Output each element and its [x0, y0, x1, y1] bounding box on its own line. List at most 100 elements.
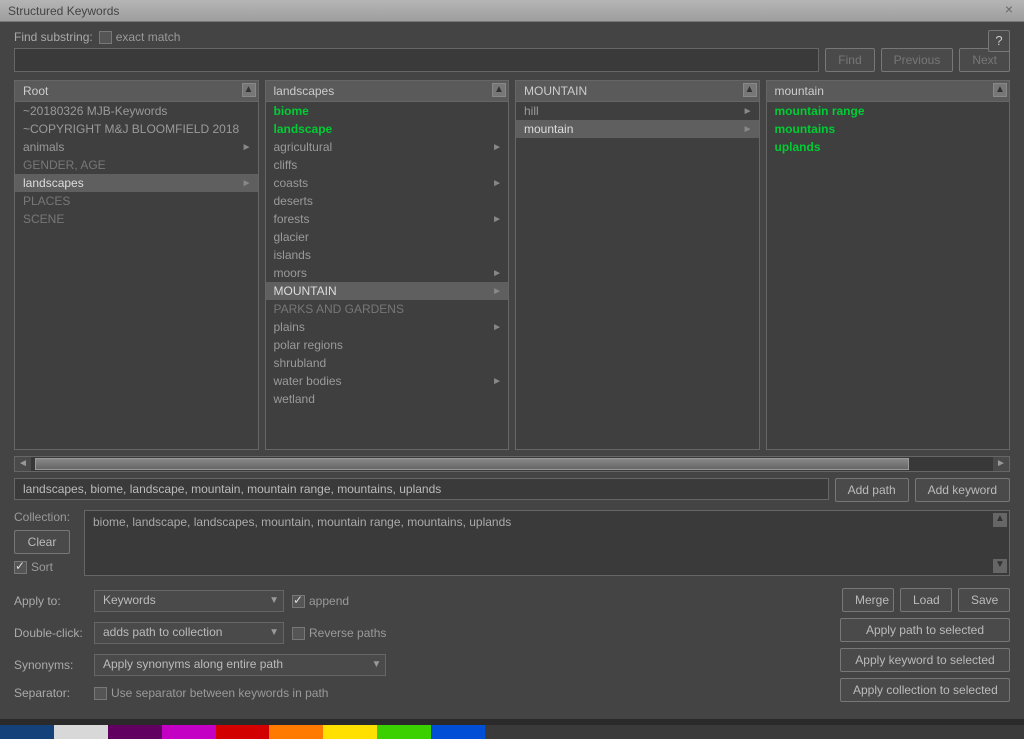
- list-item[interactable]: uplands: [767, 138, 1010, 156]
- list-item[interactable]: water bodies►: [266, 372, 509, 390]
- list-item[interactable]: GENDER, AGE: [15, 156, 258, 174]
- double-click-select[interactable]: adds path to collection ▼: [94, 622, 284, 644]
- list-item[interactable]: animals►: [15, 138, 258, 156]
- synonyms-select[interactable]: Apply synonyms along entire path ▼: [94, 654, 386, 676]
- list-item[interactable]: PLACES: [15, 192, 258, 210]
- chevron-right-icon: ►: [492, 176, 502, 192]
- column-header: MOUNTAIN: [516, 81, 759, 102]
- save-button[interactable]: Save: [958, 588, 1010, 612]
- column-body: biomelandscapeagricultural►cliffscoasts►…: [266, 102, 509, 449]
- collection-area[interactable]: biome, landscape, landscapes, mountain, …: [84, 510, 1010, 576]
- scroll-up-icon[interactable]: ▲: [993, 513, 1007, 527]
- load-button[interactable]: Load: [900, 588, 952, 612]
- scroll-right-icon[interactable]: ►: [993, 457, 1009, 471]
- synonyms-label: Synonyms:: [14, 658, 86, 672]
- column-header: Root: [15, 81, 258, 102]
- keyword-columns: Root▲~20180326 MJB-Keywords~COPYRIGHT M&…: [14, 80, 1010, 450]
- sort-checkbox[interactable]: Sort: [14, 560, 76, 574]
- column-body: mountain rangemountainsuplands: [767, 102, 1010, 449]
- add-path-button[interactable]: Add path: [835, 478, 909, 502]
- list-item[interactable]: moors►: [266, 264, 509, 282]
- list-item[interactable]: SCENE: [15, 210, 258, 228]
- apply-to-select[interactable]: Keywords ▼: [94, 590, 284, 612]
- bottom-controls: Apply to: Keywords ▼ append Double-click…: [14, 588, 1010, 702]
- use-separator-checkbox[interactable]: Use separator between keywords in path: [94, 686, 386, 700]
- list-item[interactable]: wetland: [266, 390, 509, 408]
- checkbox-icon: [99, 31, 112, 44]
- list-item[interactable]: ~COPYRIGHT M&J BLOOMFIELD 2018: [15, 120, 258, 138]
- chevron-right-icon: ►: [492, 266, 502, 282]
- chevron-right-icon: ►: [492, 212, 502, 228]
- list-item[interactable]: mountain range: [767, 102, 1010, 120]
- list-item[interactable]: cliffs: [266, 156, 509, 174]
- collection-label: Collection:: [14, 510, 76, 524]
- collection-value: biome, landscape, landscapes, mountain, …: [93, 515, 511, 529]
- list-item[interactable]: ~20180326 MJB-Keywords: [15, 102, 258, 120]
- reverse-paths-checkbox[interactable]: Reverse paths: [292, 626, 386, 640]
- find-row: Find substring: exact match: [14, 30, 1010, 44]
- keyword-column: landscapes▲biomelandscapeagricultural►cl…: [265, 80, 510, 450]
- exact-match-checkbox[interactable]: exact match: [99, 30, 181, 44]
- chevron-right-icon: ►: [492, 374, 502, 390]
- chevron-right-icon: ►: [492, 140, 502, 156]
- column-header: mountain: [767, 81, 1010, 102]
- sort-label: Sort: [31, 560, 53, 574]
- apply-path-button[interactable]: Apply path to selected: [840, 618, 1010, 642]
- list-item[interactable]: shrubland: [266, 354, 509, 372]
- column-body: hill►mountain►: [516, 102, 759, 449]
- window-title: Structured Keywords: [8, 4, 119, 18]
- add-keyword-button[interactable]: Add keyword: [915, 478, 1010, 502]
- path-input[interactable]: [14, 478, 829, 500]
- chevron-right-icon: ►: [242, 176, 252, 192]
- apply-keyword-button[interactable]: Apply keyword to selected: [840, 648, 1010, 672]
- list-item[interactable]: polar regions: [266, 336, 509, 354]
- find-button[interactable]: Find: [825, 48, 874, 72]
- checkbox-icon: [14, 561, 27, 574]
- list-item[interactable]: hill►: [516, 102, 759, 120]
- scroll-left-icon[interactable]: ◄: [15, 457, 31, 471]
- list-item[interactable]: biome: [266, 102, 509, 120]
- horizontal-scrollbar[interactable]: ◄ ►: [14, 456, 1010, 472]
- search-input[interactable]: [14, 48, 819, 72]
- titlebar: Structured Keywords ×: [0, 0, 1024, 22]
- apply-to-label: Apply to:: [14, 594, 86, 608]
- list-item[interactable]: plains►: [266, 318, 509, 336]
- list-item[interactable]: agricultural►: [266, 138, 509, 156]
- scroll-up-icon[interactable]: ▲: [242, 83, 256, 97]
- search-row: Find Previous Next: [14, 48, 1010, 72]
- exact-match-label: exact match: [116, 30, 181, 44]
- scroll-up-icon[interactable]: ▲: [993, 83, 1007, 97]
- previous-button[interactable]: Previous: [881, 48, 954, 72]
- scroll-up-icon[interactable]: ▲: [492, 83, 506, 97]
- list-item[interactable]: islands: [266, 246, 509, 264]
- append-checkbox[interactable]: append: [292, 594, 386, 608]
- checkbox-icon: [292, 595, 305, 608]
- merge-button[interactable]: Merge: [842, 588, 894, 612]
- apply-collection-button[interactable]: Apply collection to selected: [840, 678, 1010, 702]
- list-item[interactable]: landscape: [266, 120, 509, 138]
- list-item[interactable]: deserts: [266, 192, 509, 210]
- help-button[interactable]: ?: [988, 30, 1010, 52]
- use-separator-label: Use separator between keywords in path: [111, 686, 328, 700]
- chevron-right-icon: ►: [743, 104, 753, 120]
- list-item[interactable]: landscapes►: [15, 174, 258, 192]
- clear-button[interactable]: Clear: [14, 530, 70, 554]
- list-item[interactable]: glacier: [266, 228, 509, 246]
- separator-label: Separator:: [14, 686, 86, 700]
- window-body: Find substring: exact match ? Find Previ…: [0, 22, 1024, 719]
- list-item[interactable]: coasts►: [266, 174, 509, 192]
- scroll-thumb[interactable]: [35, 458, 909, 470]
- keyword-column: mountain▲ mountain rangemountainsuplands: [766, 80, 1011, 450]
- list-item[interactable]: mountain►: [516, 120, 759, 138]
- list-item[interactable]: MOUNTAIN►: [266, 282, 509, 300]
- chevron-right-icon: ►: [492, 284, 502, 300]
- list-item[interactable]: mountains: [767, 120, 1010, 138]
- scroll-down-icon[interactable]: ▼: [993, 559, 1007, 573]
- list-item[interactable]: forests►: [266, 210, 509, 228]
- find-label: Find substring:: [14, 30, 93, 44]
- close-icon[interactable]: ×: [1000, 2, 1018, 18]
- list-item[interactable]: PARKS AND GARDENS: [266, 300, 509, 318]
- taskbar-colorstrip: [0, 725, 1024, 739]
- scroll-up-icon[interactable]: ▲: [743, 83, 757, 97]
- chevron-down-icon: ▼: [269, 627, 279, 638]
